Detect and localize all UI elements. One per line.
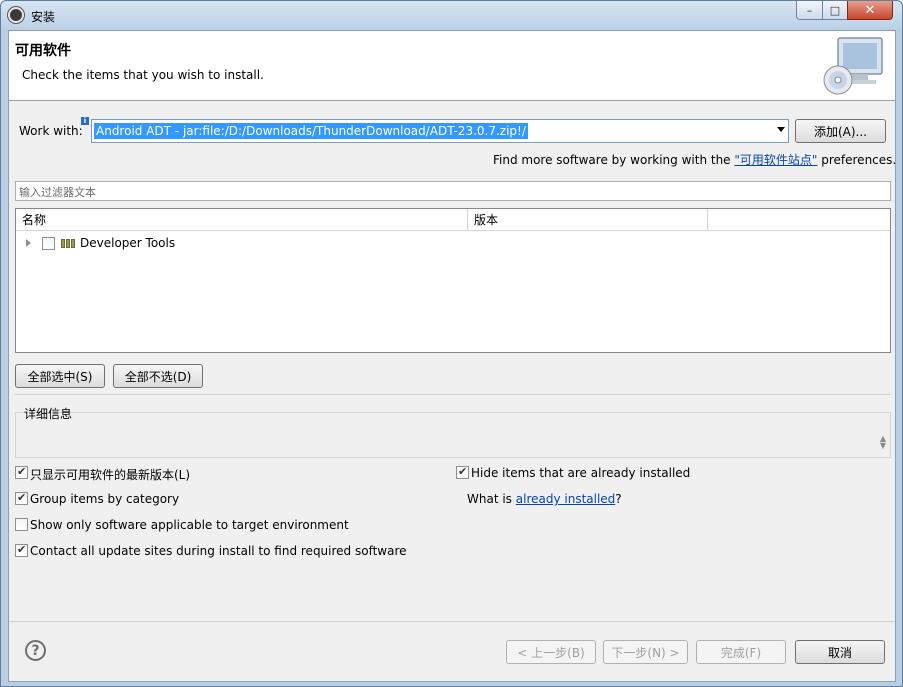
latest-only-checkbox[interactable] <box>15 465 28 479</box>
software-tree[interactable]: 名称 版本 Developer Tools <box>15 208 891 353</box>
work-with-label: Work with: <box>19 124 83 138</box>
group-by-category-label[interactable]: Group items by category <box>30 492 179 506</box>
expand-arrow-icon[interactable] <box>26 239 31 247</box>
available-sites-link[interactable]: "可用软件站点" <box>734 153 817 167</box>
hide-installed-checkbox[interactable] <box>456 465 469 479</box>
maximize-button[interactable]: □ <box>822 1 848 20</box>
install-cd-monitor-icon <box>823 37 883 95</box>
maximize-icon: □ <box>829 3 841 17</box>
category-icon <box>61 239 75 248</box>
close-button[interactable]: ✕ <box>847 1 893 20</box>
window-title: 安装 <box>31 10 56 24</box>
details-area[interactable]: ▲ ▼ <box>15 412 891 458</box>
footer-separator <box>9 621 895 622</box>
minimize-button[interactable]: – <box>796 1 823 20</box>
group-by-category-checkbox[interactable] <box>15 491 28 505</box>
hide-installed-label[interactable]: Hide items that are already installed <box>471 466 690 480</box>
title-bar[interactable]: 安装 – □ ✕ <box>1 1 902 29</box>
tree-row-checkbox[interactable] <box>42 237 55 250</box>
dropdown-arrow-icon[interactable] <box>777 127 785 132</box>
find-more-prefix: Find more software by working with the <box>493 153 735 167</box>
latest-only-label[interactable]: 只显示可用软件的最新版本(L) <box>30 466 190 483</box>
eclipse-icon <box>8 7 24 23</box>
applicable-only-label[interactable]: Show only software applicable to target … <box>30 518 349 532</box>
back-button[interactable]: < 上一步(B) <box>506 640 596 664</box>
tree-header: 名称 版本 <box>16 209 890 231</box>
find-more-suffix: preferences. <box>817 153 897 167</box>
filter-input[interactable]: 输入过滤器文本 <box>15 181 891 201</box>
contact-sites-checkbox[interactable] <box>15 543 28 557</box>
finish-button[interactable]: 完成(F) <box>696 640 786 664</box>
what-is-suffix: ? <box>615 492 622 506</box>
close-icon: ✕ <box>864 2 876 18</box>
contact-sites-label[interactable]: Contact all update sites during install … <box>30 544 407 558</box>
work-with-combo[interactable]: Android ADT - jar:file:/D:/Downloads/Thu… <box>91 119 789 143</box>
help-icon[interactable]: ? <box>25 640 46 661</box>
next-button[interactable]: 下一步(N) > <box>603 640 688 664</box>
applicable-only-checkbox[interactable] <box>15 518 28 531</box>
info-icon: i <box>81 117 89 125</box>
scroll-arrows-icon[interactable]: ▲ ▼ <box>880 435 886 450</box>
install-dialog-window: 安装 – □ ✕ 可用软件 Check the items that you w… <box>0 0 903 687</box>
tree-row-label: Developer Tools <box>80 236 176 250</box>
column-header-version[interactable]: 版本 <box>468 209 708 231</box>
tree-row[interactable]: Developer Tools <box>16 233 890 253</box>
cancel-button[interactable]: 取消 <box>795 640 885 664</box>
what-is-installed-text: What is already installed? <box>467 492 622 506</box>
add-site-button[interactable]: 添加(A)... <box>795 119 886 143</box>
page-title: 可用软件 <box>15 43 71 59</box>
minimize-icon: – <box>806 3 813 17</box>
select-all-button[interactable]: 全部选中(S) <box>15 364 105 388</box>
already-installed-link[interactable]: already installed <box>516 492 616 506</box>
what-is-prefix: What is <box>467 492 516 506</box>
dialog-client-area: 可用软件 Check the items that you wish to in… <box>8 30 896 682</box>
header-banner: 可用软件 Check the items that you wish to in… <box>9 31 895 101</box>
separator <box>15 394 891 395</box>
work-with-value[interactable]: Android ADT - jar:file:/D:/Downloads/Thu… <box>94 123 528 139</box>
column-header-name[interactable]: 名称 <box>16 209 468 231</box>
deselect-all-button[interactable]: 全部不选(D) <box>113 364 203 388</box>
page-description: Check the items that you wish to install… <box>22 68 264 82</box>
details-label: 详细信息 <box>24 407 73 421</box>
find-more-text: Find more software by working with the "… <box>493 151 896 168</box>
